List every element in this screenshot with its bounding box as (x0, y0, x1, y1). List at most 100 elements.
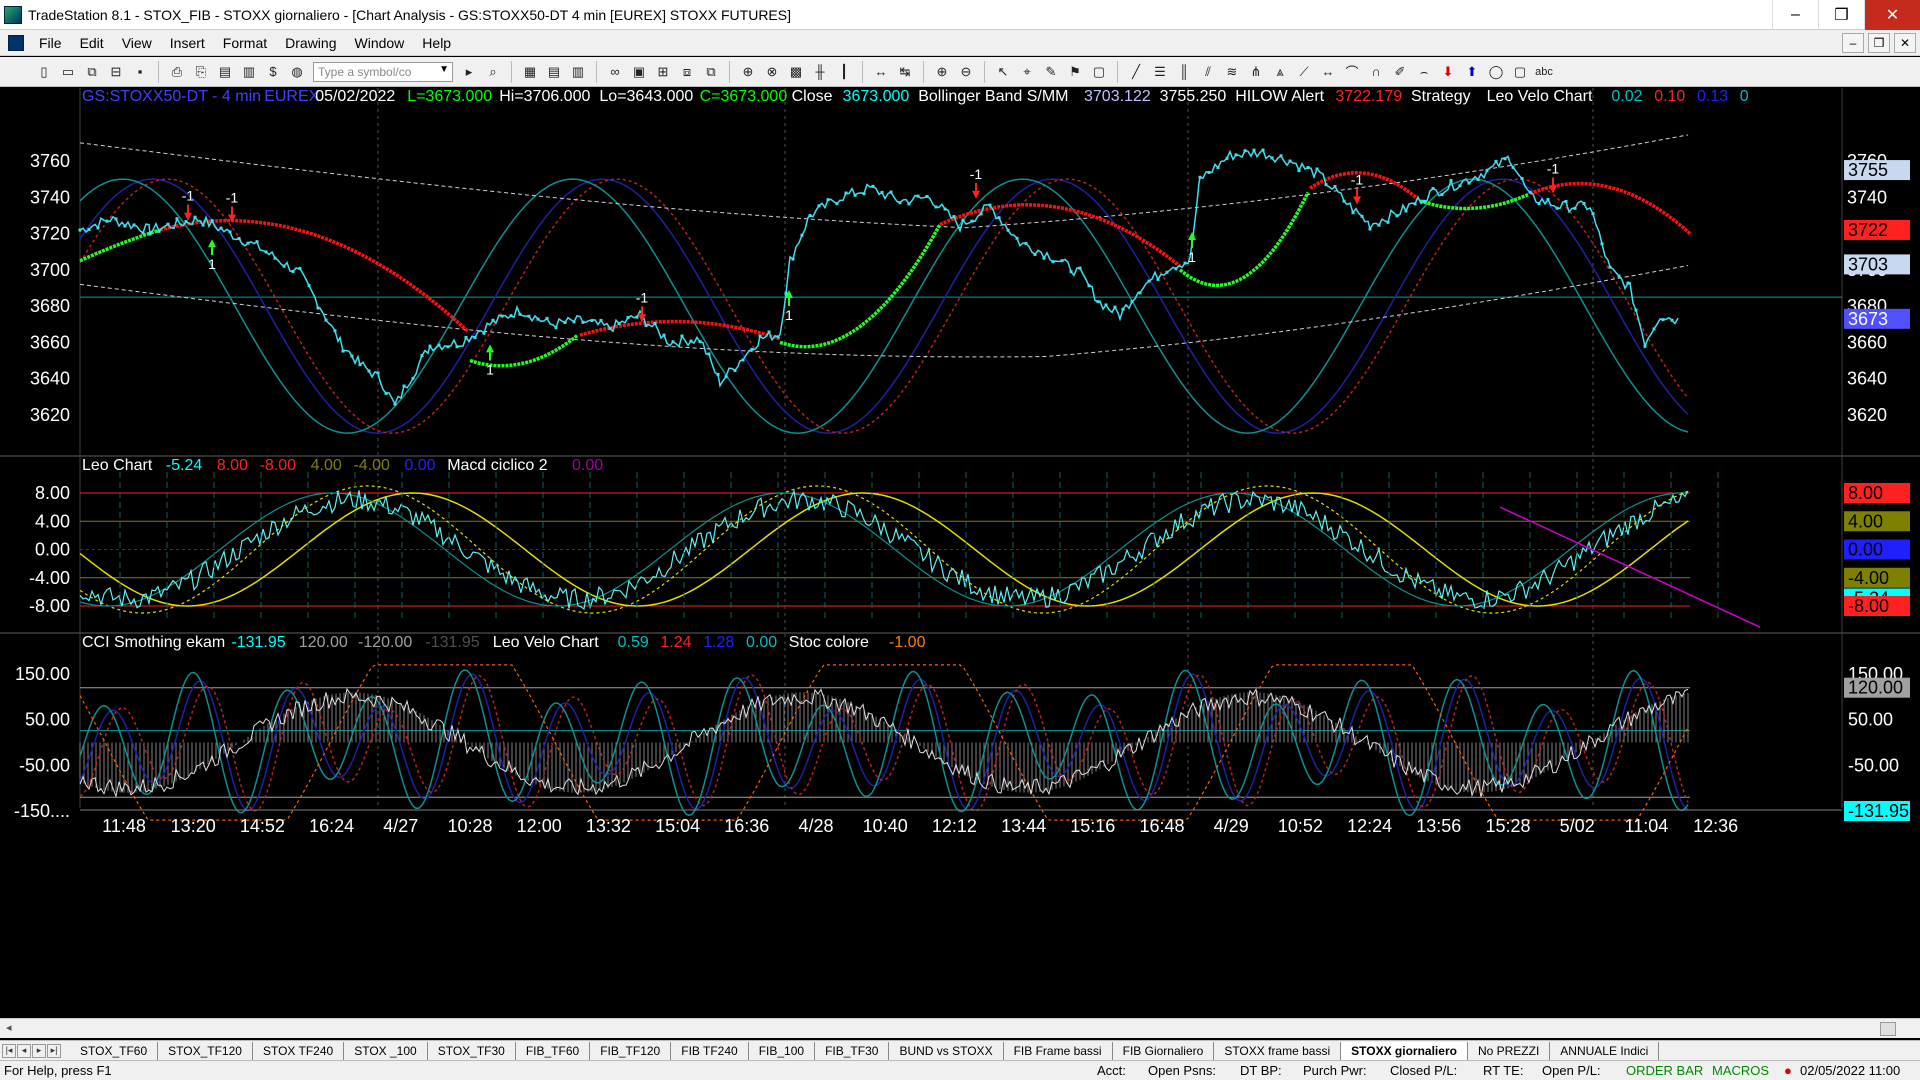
compress-icon[interactable]: ↹ (894, 61, 916, 83)
menu-window[interactable]: Window (346, 35, 414, 51)
indicator-icon[interactable]: ▩ (785, 61, 807, 83)
price-dot (1503, 157, 1507, 161)
tab-stoxx-giornaliero[interactable]: STOXX giornaliero (1341, 1041, 1468, 1060)
tab-fib-giornaliero[interactable]: FIB Giornaliero (1113, 1041, 1215, 1060)
horizontal-scrollbar[interactable]: ◂ (0, 1018, 1920, 1038)
chart-area[interactable]: 3760374037203700368036603640362037603740… (0, 88, 1920, 1008)
chart-icon[interactable]: ▦ (519, 61, 541, 83)
document-icon[interactable] (8, 34, 24, 51)
tab-fib-frame-bassi[interactable]: FIB Frame bassi (1004, 1041, 1113, 1060)
scrollbar-thumb[interactable] (1880, 1022, 1896, 1036)
print-icon[interactable]: ⎙ (166, 61, 188, 83)
order-bar-button[interactable]: ORDER BAR (1626, 1063, 1703, 1078)
mdi-restore-button[interactable]: ❒ (1868, 33, 1890, 53)
menu-help[interactable]: Help (413, 35, 460, 51)
alert-icon[interactable]: ⚑ (1064, 61, 1086, 83)
symbol-input[interactable]: Type a symbol/co ▼ (313, 61, 453, 82)
down-arrow-icon[interactable]: ⬇ (1437, 61, 1459, 83)
prev-tab-icon[interactable]: ◂ (17, 1043, 31, 1058)
pen-icon[interactable]: ✐ (1389, 61, 1411, 83)
tools-icon[interactable]: ✎ (1040, 61, 1062, 83)
tab-stox-tf240[interactable]: STOX TF240 (253, 1041, 345, 1060)
menu-edit[interactable]: Edit (71, 35, 113, 51)
text-icon[interactable]: abc (1533, 61, 1555, 83)
save-icon[interactable]: ▪ (129, 61, 151, 83)
radar-icon[interactable]: ▤ (543, 61, 565, 83)
last-tab-icon[interactable]: ▸| (47, 1043, 61, 1058)
channel-icon[interactable]: ⫽ (1197, 61, 1219, 83)
window-icon[interactable]: ⧈ (676, 61, 698, 83)
tab-fib-100[interactable]: FIB_100 (749, 1041, 816, 1060)
scroll-left-icon[interactable]: ◂ (6, 1021, 12, 1034)
chevron-down-icon[interactable]: ▼ (439, 64, 449, 75)
tab-fib-tf120[interactable]: FIB_TF120 (590, 1041, 672, 1060)
data-tip-icon[interactable]: ⌖ (1016, 61, 1038, 83)
arc-icon[interactable]: ⌒ (1341, 61, 1363, 83)
ellipse-icon[interactable]: ◯ (1485, 61, 1507, 83)
minimize-button[interactable]: – (1772, 0, 1818, 30)
menu-drawing[interactable]: Drawing (276, 35, 345, 51)
expand-icon[interactable]: ↔ (870, 61, 892, 83)
tab-fib-tf30[interactable]: FIB_TF30 (815, 1041, 890, 1060)
andrews-icon[interactable]: ⋔ (1245, 61, 1267, 83)
first-tab-icon[interactable]: |◂ (2, 1043, 16, 1058)
tab-fib-tf240[interactable]: FIB TF240 (671, 1041, 749, 1060)
menu-file[interactable]: File (30, 35, 71, 51)
arrow-line-icon[interactable]: ↔ (1317, 61, 1339, 83)
trendline-icon[interactable]: ╱ (1125, 61, 1147, 83)
tab-stox-100[interactable]: STOX _100 (344, 1041, 428, 1060)
tab-bund-vs-stoxx[interactable]: BUND vs STOXX (889, 1041, 1004, 1060)
cycle-icon[interactable]: ∩ (1365, 61, 1387, 83)
globe-icon[interactable]: ◍ (286, 61, 308, 83)
horizontal-line-icon[interactable]: ☰ (1149, 61, 1171, 83)
menu-insert[interactable]: Insert (161, 35, 214, 51)
up-arrow-icon[interactable]: ⬆ (1461, 61, 1483, 83)
price-dot (741, 358, 745, 362)
open-workspace-icon[interactable]: ⊟ (105, 61, 127, 83)
next-tab-icon[interactable]: ▸ (32, 1043, 46, 1058)
tab-stox-tf60[interactable]: STOX_TF60 (70, 1041, 159, 1060)
go-arrow-icon[interactable]: ▸ (458, 61, 480, 83)
menu-format[interactable]: Format (214, 35, 276, 51)
lookup-icon[interactable]: ⌕ (482, 61, 504, 83)
tab-stox-tf30[interactable]: STOX_TF30 (428, 1041, 516, 1060)
pointer-icon[interactable]: ↖ (992, 61, 1014, 83)
open-icon[interactable]: ▭ (57, 61, 79, 83)
maximize-button[interactable]: ❒ (1818, 0, 1864, 30)
curve-icon[interactable]: ⌢ (1413, 61, 1435, 83)
format-icon[interactable]: ⊞ (652, 61, 674, 83)
mdi-close-button[interactable]: ✕ (1894, 33, 1916, 53)
macros-button[interactable]: MACROS (1712, 1063, 1769, 1078)
vertical-line-icon[interactable]: ║ (1173, 61, 1195, 83)
order-icon[interactable]: ▢ (1088, 61, 1110, 83)
print-preview-icon[interactable]: ⎘ (190, 61, 212, 83)
money-icon[interactable]: $ (262, 61, 284, 83)
chart-svg[interactable]: 3760374037203700368036603640362037603740… (0, 88, 1920, 1008)
matrix-icon[interactable]: ▥ (567, 61, 589, 83)
rectangle-icon[interactable]: ▢ (1509, 61, 1531, 83)
new-workspace-icon[interactable]: ⧉ (81, 61, 103, 83)
candle-icon[interactable]: ┃ (833, 61, 855, 83)
bar-icon[interactable]: ╫ (809, 61, 831, 83)
tab-stoxx-frame-bassi[interactable]: STOXX frame bassi (1214, 1041, 1342, 1060)
mdi-minimize-button[interactable]: – (1842, 33, 1864, 53)
tab-no-prezzi[interactable]: No PREZZI (1468, 1041, 1551, 1060)
options-icon[interactable]: ▣ (628, 61, 650, 83)
close-button[interactable]: ✕ (1864, 0, 1920, 30)
zoom-in-icon[interactable]: ⊕ (931, 61, 953, 83)
link-icon[interactable]: ∞ (604, 61, 626, 83)
insert-study-icon[interactable]: ⊗ (761, 61, 783, 83)
gann-icon[interactable]: ⩓ (1269, 61, 1291, 83)
speed-lines-icon[interactable]: ⟋ (1293, 61, 1315, 83)
tab-fib-tf60[interactable]: FIB_TF60 (516, 1041, 591, 1060)
new-icon[interactable]: ▯ (33, 61, 55, 83)
fibonacci-icon[interactable]: ≋ (1221, 61, 1243, 83)
tab-annuale-indici[interactable]: ANNUALE Indici (1550, 1041, 1660, 1060)
layout-icon[interactable]: ⧉ (700, 61, 722, 83)
tab-stox-tf120[interactable]: STOX_TF120 (158, 1041, 253, 1060)
analysis-icon[interactable]: ⊕ (737, 61, 759, 83)
lock-icon[interactable]: ▥ (238, 61, 260, 83)
menu-view[interactable]: View (113, 35, 161, 51)
zoom-out-icon[interactable]: ⊖ (955, 61, 977, 83)
clipboard-icon[interactable]: ▤ (214, 61, 236, 83)
